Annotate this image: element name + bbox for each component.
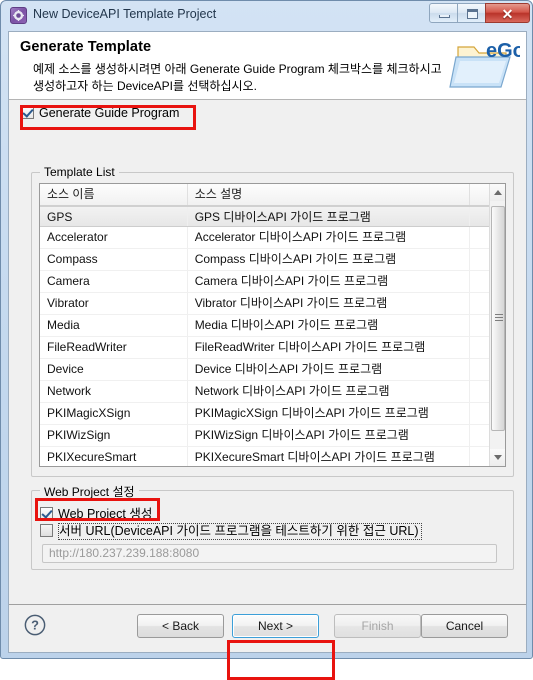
back-button[interactable]: < Back (137, 614, 224, 638)
scroll-down-arrow-icon[interactable] (490, 449, 505, 466)
server-url-label: 서버 URL(DeviceAPI 가이드 프로그램을 테스트하기 위한 접근 U… (58, 523, 422, 540)
web-project-group-title: Web Project 설정 (40, 483, 139, 500)
highlight-box-next-button (227, 640, 335, 680)
server-url-input[interactable]: http://180.237.239.188:8080 (42, 544, 497, 563)
web-project-create-label: Web Project 생성 (58, 507, 153, 521)
page-title: Generate Template (20, 39, 152, 55)
generate-guide-checkbox[interactable]: Generate Guide Program (21, 106, 179, 129)
table-body: GPS GPS 디바이스API 가이드 프로그램 Accelerator Acc… (40, 206, 505, 466)
dialog-content: Generate Template 예제 소스를 생성하시려면 아래 Gener… (8, 31, 527, 680)
cell-source-name: Vibrator (40, 293, 188, 314)
svg-text:eGov: eGov (486, 40, 520, 62)
restore-icon (467, 9, 478, 19)
minimize-icon (439, 15, 450, 18)
gear-icon-svg (13, 10, 24, 21)
cell-source-description: Network 디바이스API 가이드 프로그램 (188, 381, 471, 402)
dialog-window: New DeviceAPI Template Project ✕ Generat… (0, 0, 533, 680)
close-button[interactable]: ✕ (485, 3, 530, 23)
cell-source-name: Device (40, 359, 188, 380)
close-icon: ✕ (501, 6, 514, 22)
server-url-checkbox[interactable]: 서버 URL(DeviceAPI 가이드 프로그램을 테스트하기 위한 접근 U… (40, 523, 422, 540)
cell-source-name: PKIXecureSmart (40, 447, 188, 466)
table-row[interactable]: PKIMagicXSign PKIMagicXSign 디바이스API 가이드 … (40, 403, 505, 425)
table-header-row: 소스 이름 소스 설명 (40, 184, 505, 206)
cell-source-name: GPS (40, 207, 188, 226)
title-bar: New DeviceAPI Template Project ✕ (1, 1, 533, 31)
generate-guide-checkbox-box[interactable] (21, 106, 34, 119)
scrollbar-thumb[interactable] (491, 206, 505, 431)
cell-source-description: Accelerator 디바이스API 가이드 프로그램 (188, 227, 471, 248)
cell-source-description: PKIMagicXSign 디바이스API 가이드 프로그램 (188, 403, 471, 424)
wizard-header: Generate Template 예제 소스를 생성하시려면 아래 Gener… (9, 32, 526, 100)
app-gear-icon (10, 7, 27, 24)
table-row[interactable]: FileReadWriter FileReadWriter 디바이스API 가이… (40, 337, 505, 359)
column-header-source-name[interactable]: 소스 이름 (40, 184, 188, 205)
cell-source-description: GPS 디바이스API 가이드 프로그램 (188, 207, 471, 226)
table-row[interactable]: Network Network 디바이스API 가이드 프로그램 (40, 381, 505, 403)
table-row[interactable]: Camera Camera 디바이스API 가이드 프로그램 (40, 271, 505, 293)
cell-source-description: Media 디바이스API 가이드 프로그램 (188, 315, 471, 336)
cell-source-name: Network (40, 381, 188, 402)
cell-source-description: FileReadWriter 디바이스API 가이드 프로그램 (188, 337, 471, 358)
table-row[interactable]: Media Media 디바이스API 가이드 프로그램 (40, 315, 505, 337)
web-project-create-checkbox-box[interactable] (40, 507, 53, 520)
finish-button: Finish (334, 614, 421, 638)
web-project-group: Web Project 설정 Web Project 생성 서버 URL(Dev… (31, 483, 514, 570)
cell-source-name: Accelerator (40, 227, 188, 248)
page-description: 예제 소스를 생성하시려면 아래 Generate Guide Program … (33, 62, 442, 93)
table-row[interactable]: PKIWizSign PKIWizSign 디바이스API 가이드 프로그램 (40, 425, 505, 447)
scrollbar-grip-icon (495, 314, 503, 323)
web-project-create-checkbox[interactable]: Web Project 생성 (40, 503, 152, 522)
cell-source-name: Camera (40, 271, 188, 292)
template-list-group: Template List 소스 이름 소스 설명 GPS GPS 디바이스AP… (31, 165, 514, 477)
minimize-button[interactable] (429, 3, 458, 23)
template-list-table[interactable]: 소스 이름 소스 설명 GPS GPS 디바이스API 가이드 프로그램 Acc… (39, 183, 506, 467)
cell-source-name: PKIWizSign (40, 425, 188, 446)
cell-source-description: Device 디바이스API 가이드 프로그램 (188, 359, 471, 380)
cell-source-name: Compass (40, 249, 188, 270)
table-row[interactable]: Device Device 디바이스API 가이드 프로그램 (40, 359, 505, 381)
server-url-checkbox-box[interactable] (40, 524, 53, 537)
cancel-button[interactable]: Cancel (421, 614, 508, 638)
cell-source-description: Vibrator 디바이스API 가이드 프로그램 (188, 293, 471, 314)
cell-source-name: FileReadWriter (40, 337, 188, 358)
maximize-restore-button[interactable] (457, 3, 486, 23)
table-row[interactable]: Compass Compass 디바이스API 가이드 프로그램 (40, 249, 505, 271)
table-row[interactable]: Accelerator Accelerator 디바이스API 가이드 프로그램 (40, 227, 505, 249)
cell-source-description: Camera 디바이스API 가이드 프로그램 (188, 271, 471, 292)
egov-logo-icon: eGov (449, 40, 520, 88)
generate-guide-label: Generate Guide Program (39, 106, 180, 120)
svg-text:?: ? (31, 618, 39, 633)
window-title: New DeviceAPI Template Project (33, 7, 217, 21)
scroll-up-arrow-icon[interactable] (490, 184, 505, 201)
column-header-source-description[interactable]: 소스 설명 (188, 184, 471, 205)
button-bar-separator (9, 604, 526, 605)
table-row[interactable]: PKIXecureSmart PKIXecureSmart 디바이스API 가이… (40, 447, 505, 466)
next-button[interactable]: Next > (232, 614, 319, 638)
cell-source-description: Compass 디바이스API 가이드 프로그램 (188, 249, 471, 270)
cell-source-description: PKIXecureSmart 디바이스API 가이드 프로그램 (188, 447, 471, 466)
table-row[interactable]: GPS GPS 디바이스API 가이드 프로그램 (40, 206, 505, 227)
table-row[interactable]: Vibrator Vibrator 디바이스API 가이드 프로그램 (40, 293, 505, 315)
cell-source-description: PKIWizSign 디바이스API 가이드 프로그램 (188, 425, 471, 446)
cell-source-name: PKIMagicXSign (40, 403, 188, 424)
window-controls: ✕ (429, 3, 530, 23)
template-list-group-title: Template List (40, 165, 119, 179)
cell-source-name: Media (40, 315, 188, 336)
help-icon[interactable]: ? (24, 614, 46, 636)
table-vertical-scrollbar[interactable] (489, 184, 505, 466)
